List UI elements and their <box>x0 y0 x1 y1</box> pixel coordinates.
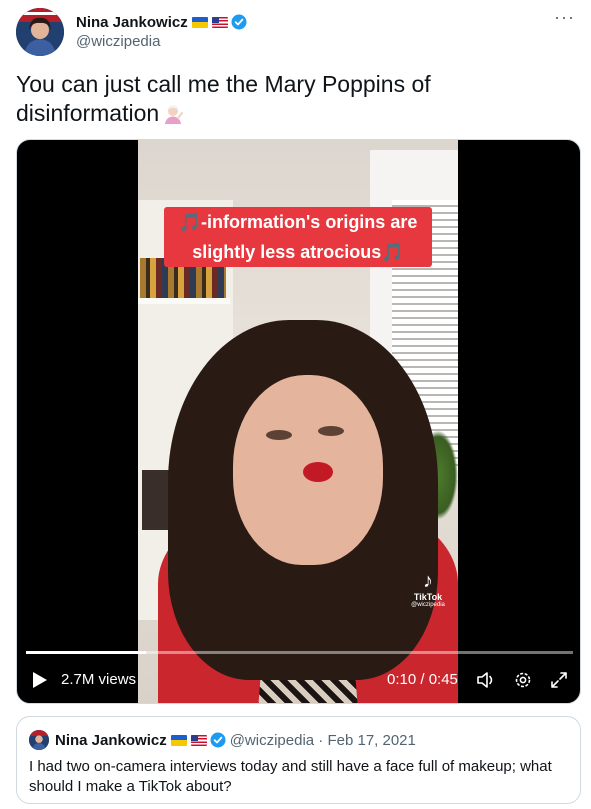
volume-icon[interactable] <box>476 670 498 690</box>
quoted-author-avatar[interactable] <box>29 730 49 750</box>
quoted-handle-date[interactable]: @wiczipedia · Feb 17, 2021 <box>230 732 416 749</box>
settings-icon[interactable] <box>513 670 533 690</box>
video-player[interactable]: 🎵-information's origins are slightly les… <box>16 139 581 704</box>
ukraine-flag-icon <box>191 16 208 28</box>
author-name[interactable]: Nina Jankowicz <box>76 14 188 31</box>
left-eye <box>266 430 292 440</box>
ukraine-flag-icon <box>170 734 187 746</box>
fullscreen-icon[interactable] <box>549 670 569 690</box>
quoted-tweet-text: I had two on-camera interviews today and… <box>29 758 552 795</box>
author-handle[interactable]: @wiczipedia <box>76 33 160 50</box>
video-time: 0:10 / 0:45 <box>387 671 458 688</box>
author-avatar[interactable] <box>16 8 64 56</box>
quoted-tweet[interactable]: Nina Jankowicz @wiczipedia · Feb 17, 202… <box>16 716 581 804</box>
video-frame[interactable]: 🎵-information's origins are slightly les… <box>138 140 458 703</box>
tiktok-handle: @wiczipedia <box>411 602 445 608</box>
caption-line-2: slightly less atrocious🎵 <box>192 242 404 262</box>
shelf-board <box>138 298 230 304</box>
tweet-text: You can just call me the Mary Poppins of… <box>16 70 576 128</box>
verified-badge-icon <box>231 14 247 30</box>
lips <box>303 462 333 482</box>
video-progress-fill <box>26 651 147 654</box>
tiktok-name: TikTok <box>413 592 443 602</box>
tiktok-watermark: ♪ TikTok @wiczipedia <box>400 570 456 608</box>
video-caption: 🎵-information's origins are slightly les… <box>164 207 432 267</box>
tweet-header: Nina Jankowicz @wiczipedia ··· <box>16 8 579 56</box>
quoted-author-name[interactable]: Nina Jankowicz <box>55 732 167 749</box>
view-count: 2.7M views <box>61 671 137 688</box>
tweet-text-body: You can just call me the Mary Poppins of… <box>16 71 431 126</box>
video-progress-bar[interactable] <box>26 651 573 654</box>
verified-badge-icon <box>210 732 226 748</box>
right-eye <box>318 426 344 436</box>
play-icon[interactable] <box>32 671 48 689</box>
shrug-emoji-icon <box>165 105 184 124</box>
tiktok-logo-icon: ♪ <box>423 570 433 592</box>
us-flag-icon <box>190 734 207 746</box>
more-icon[interactable]: ··· <box>554 8 575 26</box>
us-flag-icon <box>211 16 228 28</box>
caption-line-1: 🎵-information's origins are <box>178 212 418 232</box>
